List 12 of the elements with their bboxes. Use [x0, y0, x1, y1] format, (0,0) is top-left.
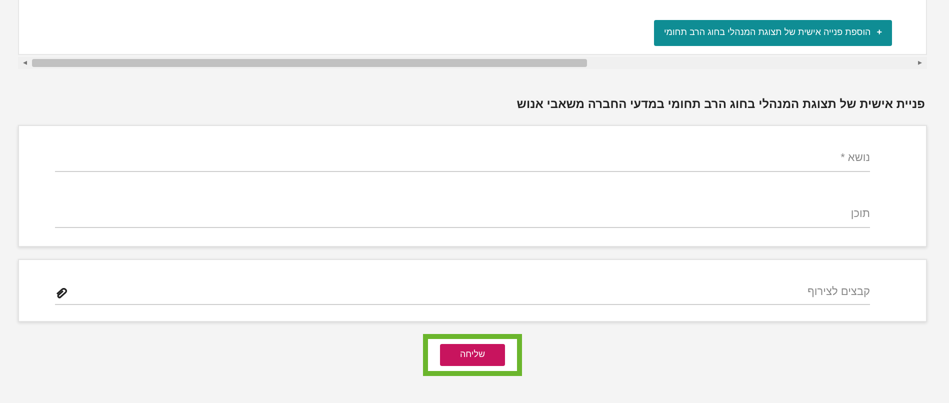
textarea-field[interactable]: תוכן: [55, 194, 870, 228]
scroll-left-arrow[interactable]: ◂: [18, 57, 32, 69]
plus-icon: +: [876, 26, 882, 40]
scrollbar-thumb[interactable]: [32, 59, 588, 67]
input-field[interactable]: נושא *: [55, 142, 870, 172]
section-heading: פניית אישית של תצוגת המנהלי בחוג הרב תחומי במדעי החברה משאבי אנוש: [516, 96, 925, 113]
paperclip-icon: [55, 288, 69, 300]
submit-button[interactable]: שליחה: [440, 344, 506, 366]
scroll-right-arrow[interactable]: ▸: [913, 57, 927, 69]
field-label: קבצים לצירוף: [808, 284, 870, 300]
file-field[interactable]: קבצים לצירוף: [55, 276, 870, 305]
add-button[interactable]: + הוספת פנייה אישית של תצוגת המנהלי בחוג הרב תחומי: [654, 20, 892, 46]
